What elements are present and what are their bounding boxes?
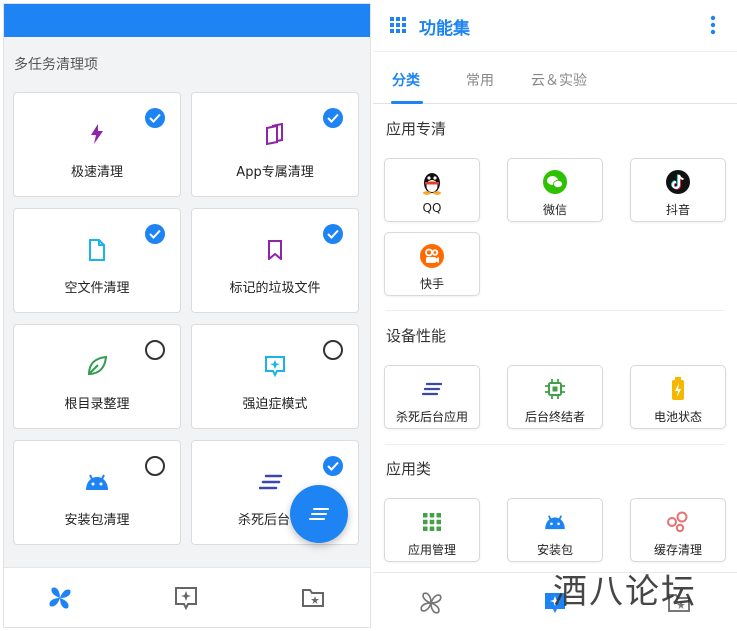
divider [385, 444, 725, 445]
card-label: 强迫症模式 [242, 397, 308, 412]
checked-icon[interactable] [145, 108, 165, 128]
card-label: App专属清理 [236, 165, 314, 180]
tile-label: 电池状态 [653, 410, 702, 424]
card-label: 安装包清理 [64, 513, 130, 528]
tile-label: 缓存清理 [653, 543, 702, 557]
checked-icon[interactable] [323, 456, 343, 476]
speed-lines-icon [309, 508, 329, 520]
battery-icon [631, 376, 725, 402]
clean-card-empty-files[interactable]: 空文件清理 [13, 208, 181, 313]
checked-icon[interactable] [323, 108, 343, 128]
tile-battery-status[interactable]: 电池状态 [630, 365, 726, 429]
checked-icon[interactable] [145, 224, 165, 244]
tile-app-management[interactable]: 应用管理 [384, 498, 480, 562]
nav-clean-tab[interactable] [417, 589, 445, 617]
group-title-apps: 应用类 [386, 460, 432, 478]
tab-frequent[interactable]: 常用 [466, 70, 494, 90]
tile-label: 应用管理 [407, 543, 456, 557]
kuaishou-icon [385, 243, 479, 269]
unchecked-radio[interactable] [145, 456, 165, 476]
tile-apk[interactable]: 安装包 [507, 498, 603, 562]
tile-label: QQ [422, 201, 442, 215]
clean-card-root-dir[interactable]: 根目录整理 [13, 324, 181, 429]
multitask-clean-panel: 多任务清理项 极速清理 App专属清理 空文件清理 标记的垃圾文件 根目录整理 … [3, 3, 371, 628]
clean-card-apk[interactable]: 安装包清理 [13, 440, 181, 545]
tab-category[interactable]: 分类 [392, 70, 420, 90]
clean-card-marked-junk[interactable]: 标记的垃圾文件 [191, 208, 359, 313]
clean-card-app[interactable]: App专属清理 [191, 92, 359, 197]
divider [385, 310, 725, 311]
wechat-icon [508, 169, 602, 195]
tile-label: 抖音 [665, 203, 690, 217]
bottom-navigation [4, 567, 370, 627]
qq-penguin-icon [385, 169, 479, 195]
app-bar: 功能集 [373, 0, 737, 52]
star-folder-icon [302, 589, 324, 607]
tile-label: 后台终结者 [524, 410, 585, 424]
card-label: 标记的垃圾文件 [229, 281, 321, 296]
clean-card-ocd-mode[interactable]: 强迫症模式 [191, 324, 359, 429]
nav-features-tab[interactable] [172, 584, 200, 612]
nav-clean-tab[interactable] [46, 584, 74, 612]
android-icon [508, 509, 602, 535]
tile-qq[interactable]: QQ [384, 158, 480, 222]
sparkle-box-icon [175, 587, 197, 610]
card-label: 极速清理 [70, 165, 123, 180]
tab-bar: 分类 常用 云＆实验 [373, 54, 737, 104]
grid-menu-icon[interactable] [390, 17, 406, 33]
forum-watermark: 酒八论坛 [553, 572, 697, 612]
tab-indicator [391, 101, 423, 104]
tab-cloud-lab[interactable]: 云＆实验 [531, 70, 587, 90]
tiktok-icon [631, 169, 725, 195]
card-label: 根目录整理 [64, 397, 130, 412]
status-bar [4, 4, 370, 37]
pinwheel-icon [49, 587, 71, 609]
tile-background-terminator[interactable]: 后台终结者 [507, 365, 603, 429]
checked-icon[interactable] [323, 224, 343, 244]
pinwheel-icon [420, 592, 442, 614]
speed-lines-icon [385, 376, 479, 402]
tile-wechat[interactable]: 微信 [507, 158, 603, 222]
tile-kill-background-apps[interactable]: 杀死后台应用 [384, 365, 480, 429]
unchecked-radio[interactable] [323, 340, 343, 360]
unchecked-radio[interactable] [145, 340, 165, 360]
group-title-device-performance: 设备性能 [386, 327, 447, 345]
clean-card-fast[interactable]: 极速清理 [13, 92, 181, 197]
group-title-app-clean: 应用专清 [386, 120, 447, 138]
tile-label: 快手 [419, 277, 444, 291]
tile-kuaishou[interactable]: 快手 [384, 232, 480, 296]
more-vert-icon[interactable] [710, 15, 716, 35]
page-title: 功能集 [419, 19, 470, 39]
tile-cache-clean[interactable]: 缓存清理 [630, 498, 726, 562]
tile-label: 杀死后台应用 [395, 410, 468, 424]
tile-label: 安装包 [536, 543, 573, 557]
features-panel: 功能集 分类 常用 云＆实验 应用专清 QQ 微信 抖音 快手 设备性能 杀死后… [373, 0, 737, 631]
tile-label: 微信 [542, 203, 567, 217]
card-label: 空文件清理 [64, 281, 130, 296]
grid-apps-icon [385, 509, 479, 535]
start-clean-fab[interactable] [290, 485, 348, 543]
section-title: 多任务清理项 [14, 57, 98, 73]
screenshot-root: 多任务清理项 极速清理 App专属清理 空文件清理 标记的垃圾文件 根目录整理 … [0, 0, 737, 631]
chip-icon [508, 376, 602, 402]
tile-douyin[interactable]: 抖音 [630, 158, 726, 222]
bubbles-icon [631, 509, 725, 535]
nav-files-tab[interactable] [299, 584, 327, 612]
